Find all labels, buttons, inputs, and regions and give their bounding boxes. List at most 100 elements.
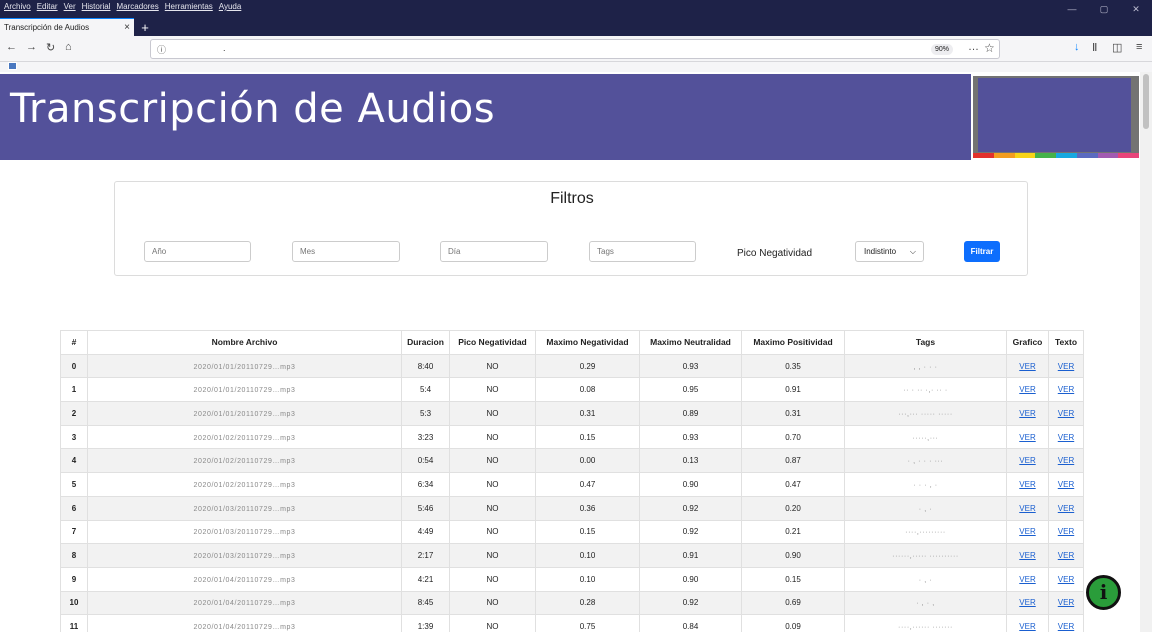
tags-cell: · , · , (844, 590, 1007, 616)
texto-link[interactable]: VER (1058, 527, 1074, 536)
grafico-link[interactable]: VER (1019, 551, 1035, 560)
info-help-icon[interactable]: i (1086, 575, 1121, 610)
grafico-link[interactable]: VER (1019, 456, 1035, 465)
texto-link[interactable]: VER (1058, 362, 1074, 371)
filtrar-button[interactable]: Filtrar (964, 241, 1000, 262)
texto-link[interactable]: VER (1058, 622, 1074, 631)
texto-link[interactable]: VER (1058, 385, 1074, 394)
texto-link[interactable]: VER (1058, 409, 1074, 418)
maximo-negatividad-cell: 0.47 (535, 472, 640, 497)
texto-link[interactable]: VER (1058, 456, 1074, 465)
close-window-button[interactable]: ✕ (1120, 0, 1152, 18)
table-row: 8 2020/01/03/20110729…mp3 2:17 NO 0.10 0.91 0.… (60, 543, 1084, 568)
duration-cell: 2:17 (401, 543, 450, 568)
col-maximo-negatividad: Maximo Negatividad (535, 330, 640, 355)
grafico-link[interactable]: VER (1019, 575, 1035, 584)
tags-text: · , · (918, 576, 933, 584)
menu-archivo[interactable]: Archivo (4, 2, 31, 11)
maximo-negatividad-cell: 0.75 (535, 614, 640, 632)
grafico-link[interactable]: VER (1019, 527, 1035, 536)
maximo-neutralidad-cell: 0.89 (639, 401, 742, 426)
grafico-link[interactable]: VER (1019, 362, 1035, 371)
page-actions-icon[interactable]: … (968, 41, 979, 53)
grafico-link[interactable]: VER (1019, 433, 1035, 442)
hamburger-menu-icon[interactable]: ≡ (1136, 41, 1142, 53)
table-row: 9 2020/01/04/20110729…mp3 4:21 NO 0.10 0.90 0.… (60, 566, 1084, 592)
menu-ayuda[interactable]: Ayuda (219, 2, 242, 11)
year-input[interactable] (144, 241, 251, 262)
pico-negatividad-cell: NO (449, 424, 536, 450)
col-maximo-positividad: Maximo Positividad (741, 330, 845, 355)
zoom-badge[interactable]: 90% (931, 44, 954, 55)
texto-link[interactable]: VER (1058, 598, 1074, 607)
back-icon[interactable]: ← (6, 41, 17, 53)
close-tab-icon[interactable]: × (124, 22, 130, 33)
texto-link[interactable]: VER (1058, 551, 1074, 560)
grafico-link[interactable]: VER (1019, 409, 1035, 418)
table-row: 11 2020/01/04/20110729…mp3 1:39 NO 0.75 0.84 0… (60, 614, 1084, 632)
scrollbar-thumb[interactable] (1143, 74, 1149, 129)
texto-link[interactable]: VER (1058, 504, 1074, 513)
chevron-down-icon: ⌵ (909, 247, 916, 256)
pico-negatividad-label: Pico Negatividad (737, 248, 813, 259)
file-name-text: 2020/01/03/20110729…mp3 (193, 505, 296, 513)
new-tab-button[interactable]: + (138, 18, 152, 36)
home-icon[interactable]: ⌂ (65, 41, 72, 53)
maximo-neutralidad-cell: 0.13 (639, 448, 742, 474)
stripe-segment (1118, 153, 1139, 158)
bookmark-star-icon[interactable]: ☆ (984, 41, 995, 55)
col-duracion: Duracion (401, 330, 450, 355)
menu-bar: Archivo Editar Ver Historial Marcadores … (4, 2, 241, 11)
maximo-negatividad-cell: 0.36 (535, 495, 640, 521)
menu-ver[interactable]: Ver (64, 2, 76, 11)
day-input[interactable] (440, 241, 548, 262)
grafico-link[interactable]: VER (1019, 622, 1035, 631)
tags-text: ····,······ ······· (898, 624, 953, 632)
month-input[interactable] (292, 241, 400, 262)
duration-cell: 8:40 (401, 353, 450, 379)
grafico-link[interactable]: VER (1019, 385, 1035, 394)
library-icon[interactable]: Ⅱ (1092, 41, 1097, 54)
texto-link[interactable]: VER (1058, 480, 1074, 489)
maximo-positividad-cell: 0.21 (741, 519, 845, 545)
menu-historial[interactable]: Historial (82, 2, 111, 11)
url-text: . (223, 43, 226, 53)
bookmark-favicon-icon[interactable] (8, 62, 17, 70)
menu-herramientas[interactable]: Herramientas (165, 2, 213, 11)
tags-input[interactable] (589, 241, 696, 262)
forward-icon[interactable]: → (26, 41, 37, 53)
grafico-cell: VER (1006, 401, 1049, 426)
bookmarks-toolbar (0, 62, 1152, 72)
duration-cell: 6:34 (401, 472, 450, 497)
grafico-link[interactable]: VER (1019, 480, 1035, 489)
texto-cell: VER (1048, 590, 1084, 616)
menu-editar[interactable]: Editar (37, 2, 58, 11)
texto-link[interactable]: VER (1058, 433, 1074, 442)
sidebar-icon[interactable]: ◫ (1112, 41, 1122, 54)
pico-negatividad-cell: NO (449, 377, 536, 403)
file-name-cell: 2020/01/02/20110729…mp3 (87, 472, 402, 497)
texto-cell: VER (1048, 495, 1084, 521)
texto-link[interactable]: VER (1058, 575, 1074, 584)
url-bar[interactable]: ⓘ . 90% … ☆ (150, 39, 1000, 59)
file-name-text: 2020/01/02/20110729…mp3 (193, 434, 296, 442)
tags-text: ····,········· (905, 529, 946, 537)
maximo-negatividad-cell: 0.15 (535, 424, 640, 450)
file-name-cell: 2020/01/02/20110729…mp3 (87, 424, 402, 450)
texto-cell: VER (1048, 401, 1084, 426)
duration-cell: 5:46 (401, 495, 450, 521)
downloads-icon[interactable]: ↓ (1074, 41, 1080, 53)
col-grafico: Grafico (1006, 330, 1049, 355)
grafico-link[interactable]: VER (1019, 504, 1035, 513)
table-row: 3 2020/01/02/20110729…mp3 3:23 NO 0.15 0.93 0.… (60, 424, 1084, 450)
menu-marcadores[interactable]: Marcadores (117, 2, 159, 11)
reload-icon[interactable]: ↻ (46, 41, 55, 54)
tab-transcripcion[interactable]: Transcripción de Audios × (0, 18, 134, 36)
pico-negatividad-select[interactable]: Indistinto ⌵ (855, 241, 924, 262)
vertical-scrollbar[interactable] (1140, 72, 1152, 632)
maximize-button[interactable]: ▢ (1088, 0, 1120, 18)
minimize-button[interactable]: — (1056, 0, 1088, 18)
grafico-link[interactable]: VER (1019, 598, 1035, 607)
site-info-icon[interactable]: ⓘ (157, 43, 166, 56)
tags-cell: · , · (844, 495, 1007, 521)
